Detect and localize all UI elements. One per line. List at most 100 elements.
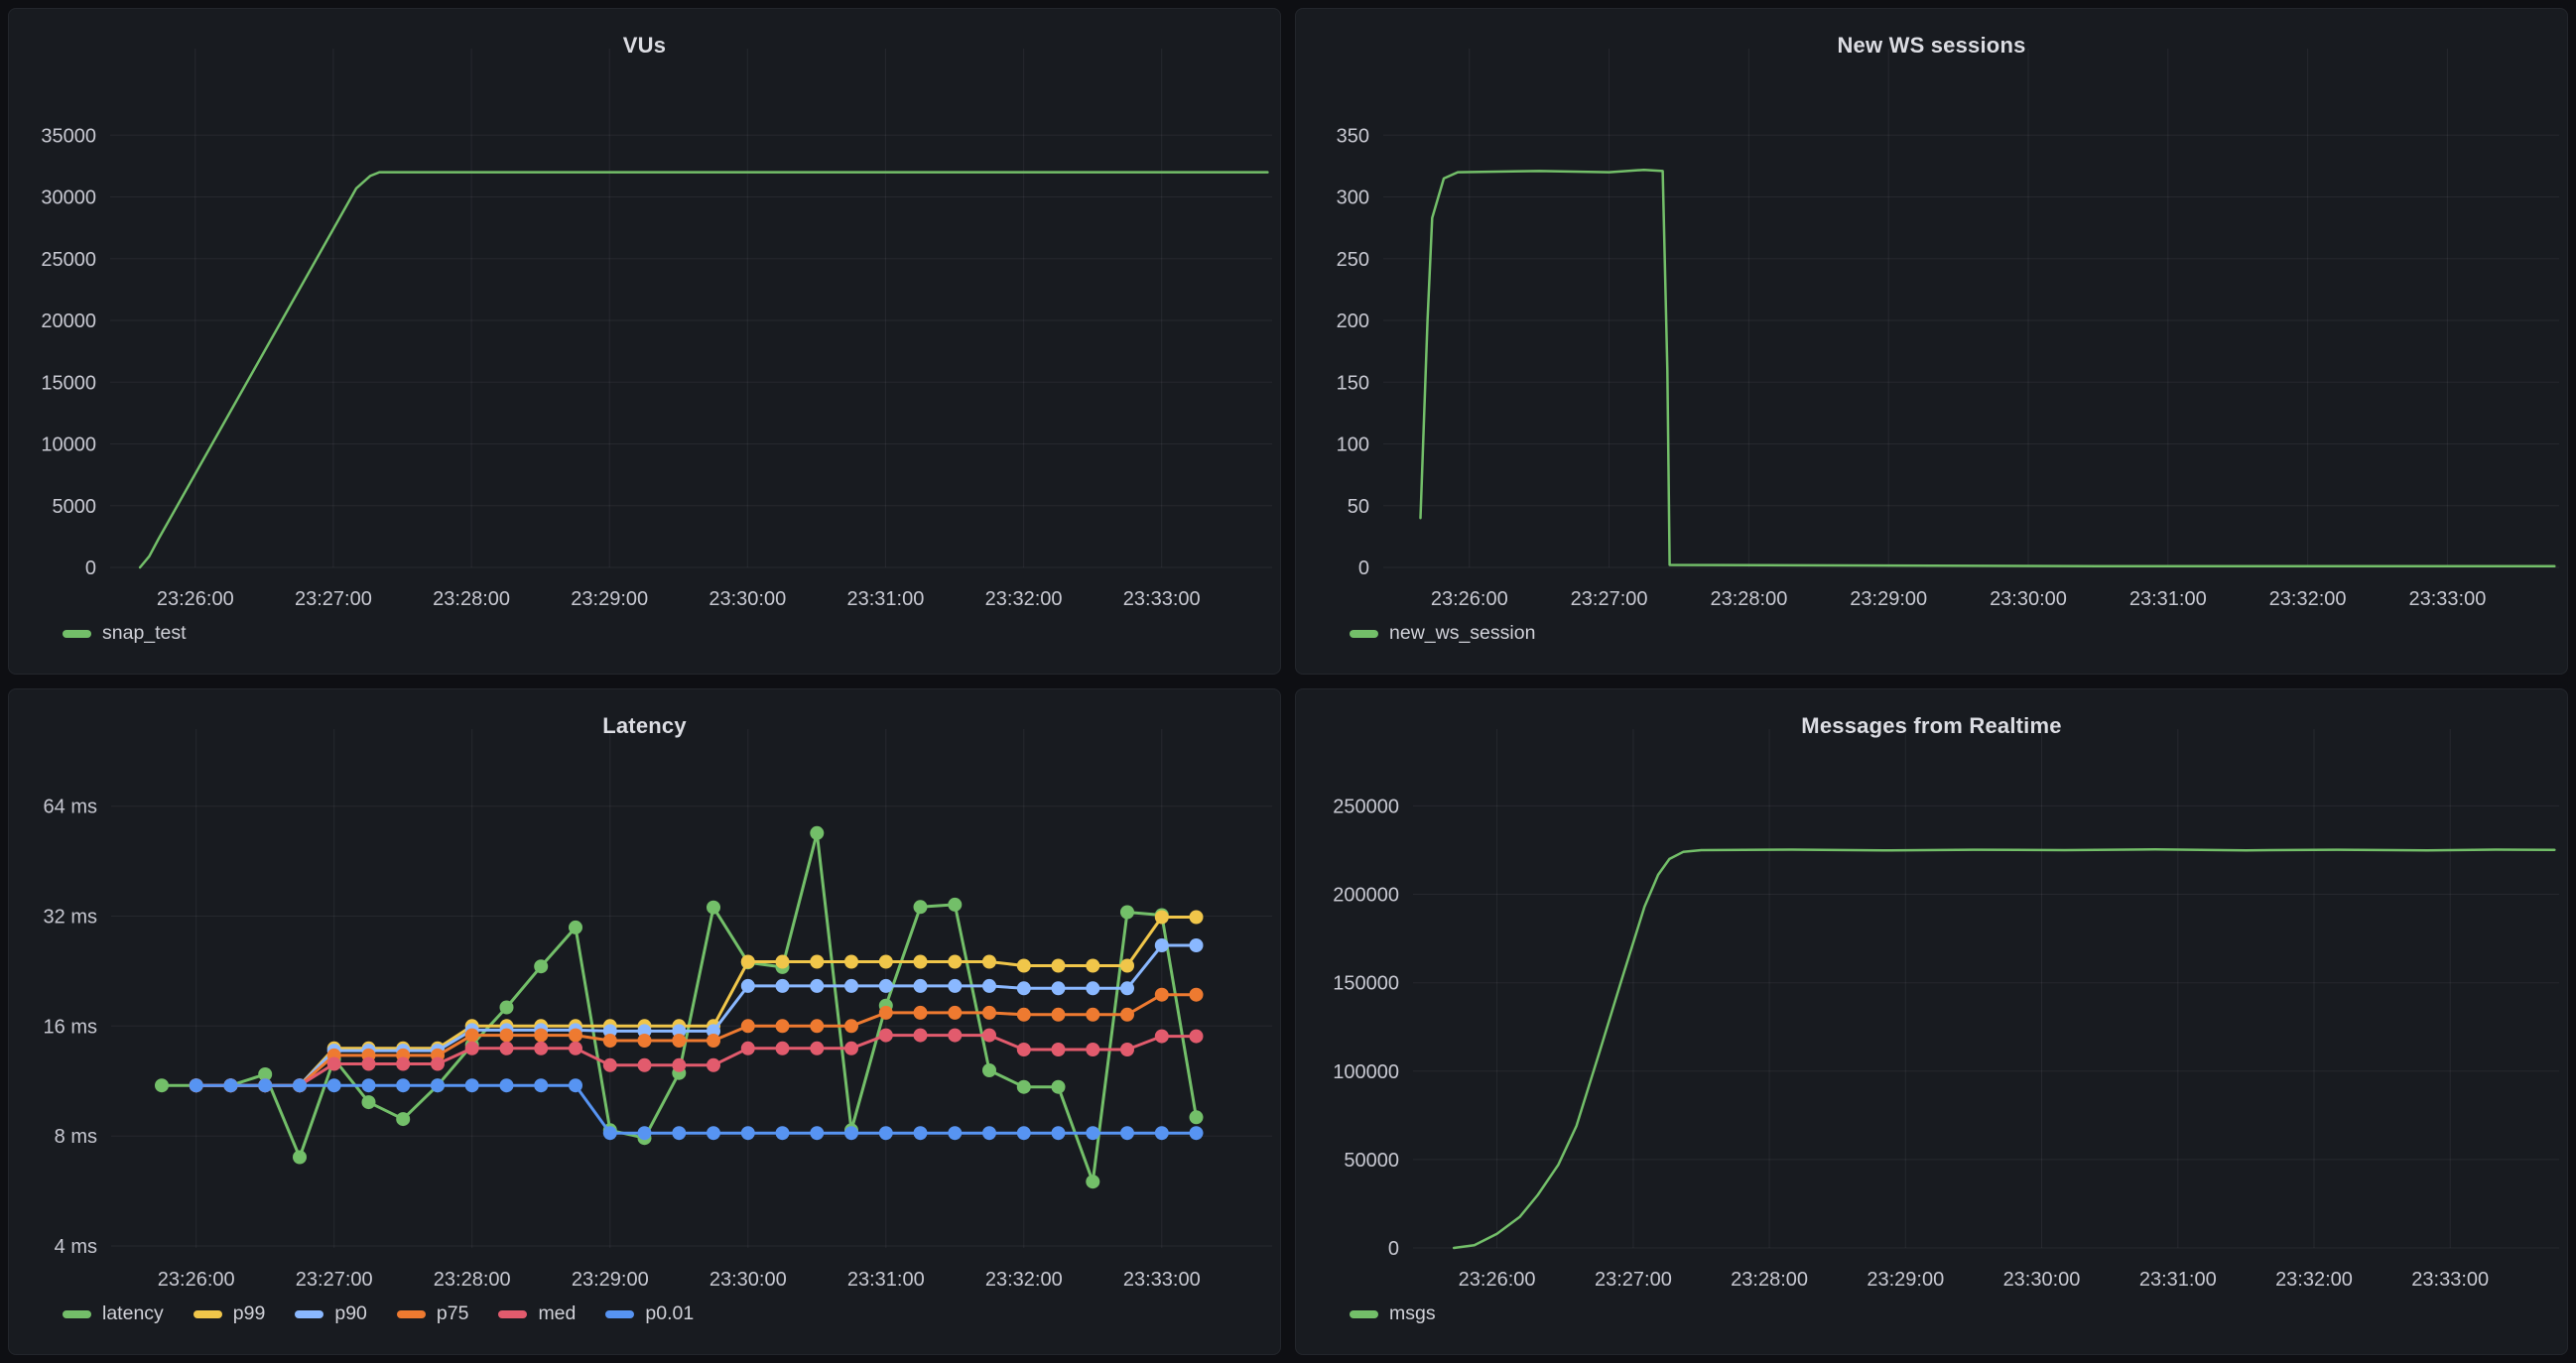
legend-item-p99[interactable]: p99: [193, 1304, 266, 1324]
legend-label: msgs: [1389, 1304, 1436, 1324]
legend-latency: latency p99 p90 p75 med p0.01: [63, 1304, 694, 1324]
legend-label: snap_test: [102, 624, 187, 644]
legend-item-med[interactable]: med: [498, 1304, 576, 1324]
svg-text:150: 150: [1337, 372, 1369, 394]
svg-text:23:27:00: 23:27:00: [1595, 1269, 1672, 1291]
chart-messages[interactable]: 05000010000015000020000025000023:26:0023…: [1296, 689, 2568, 1355]
svg-text:23:33:00: 23:33:00: [2408, 588, 2486, 610]
chart-vus[interactable]: 0 5000 10000 15000 20000 25000 30000 35000 23:26…: [9, 9, 1281, 675]
svg-text:23:32:00: 23:32:00: [985, 588, 1063, 610]
legend-label: p0.01: [645, 1304, 694, 1324]
panel-title-vus[interactable]: VUs: [9, 9, 1280, 59]
legend-color-marker: [605, 1310, 634, 1318]
panel-title-new-ws-sessions[interactable]: New WS sessions: [1296, 9, 2567, 59]
dashboard: VUs 0 5000 10000 15000 20000 25000 30000 35000 2…: [0, 0, 2576, 1363]
chart-latency[interactable]: 4 ms8 ms16 ms32 ms64 ms23:26:0023:27:002…: [9, 689, 1281, 1355]
grid-lines: [1383, 49, 2559, 567]
y-axis-labels: 0 5000 10000 15000 20000 25000 30000 35000: [41, 125, 96, 579]
legend-color-marker: [63, 1310, 91, 1318]
svg-text:23:30:00: 23:30:00: [708, 588, 786, 610]
legend-color-marker: [498, 1310, 527, 1318]
legend-item-p75[interactable]: p75: [397, 1304, 469, 1324]
svg-text:23:27:00: 23:27:00: [295, 588, 372, 610]
legend-item-msgs[interactable]: msgs: [1350, 1304, 1436, 1324]
x-axis-labels: 23:26:0023:27:0023:28:0023:29:0023:30:00…: [158, 1269, 1201, 1291]
svg-text:16 ms: 16 ms: [44, 1016, 97, 1038]
svg-text:0: 0: [1358, 558, 1369, 579]
chart-new-ws-sessions[interactable]: 05010015020025030035023:26:0023:27:0023:…: [1296, 9, 2568, 675]
legend-item-new_ws_session[interactable]: new_ws_session: [1350, 624, 1535, 644]
x-axis-labels: 23:26:00 23:27:00 23:28:00 23:29:00 23:30:00…: [1431, 588, 2486, 610]
grid-lines: [1413, 729, 2559, 1248]
svg-text:350: 350: [1337, 125, 1369, 147]
legend-label: med: [538, 1304, 576, 1324]
legend-item-p0.01[interactable]: p0.01: [605, 1304, 694, 1324]
legend-color-marker: [397, 1310, 426, 1318]
svg-text:23:29:00: 23:29:00: [572, 1269, 649, 1291]
svg-text:20000: 20000: [41, 310, 96, 332]
svg-text:0: 0: [85, 558, 96, 579]
svg-text:300: 300: [1337, 187, 1369, 209]
panel-new-ws-sessions: New WS sessions 0 50 100 150 200 250 300 350 23:…: [1295, 8, 2568, 675]
svg-text:50000: 50000: [1344, 1150, 1399, 1172]
svg-text:64 ms: 64 ms: [44, 797, 97, 818]
svg-text:23:31:00: 23:31:00: [2129, 588, 2207, 610]
svg-text:23:29:00: 23:29:00: [1850, 588, 1927, 610]
svg-text:200: 200: [1337, 310, 1369, 332]
svg-text:4 ms: 4 ms: [55, 1236, 97, 1258]
svg-text:23:26:00: 23:26:00: [1459, 1269, 1536, 1291]
series-msgs: [1454, 849, 2554, 1248]
svg-text:23:26:00: 23:26:00: [1431, 588, 1508, 610]
svg-text:5000: 5000: [53, 496, 97, 518]
legend-label: p99: [233, 1304, 266, 1324]
legend-label: latency: [102, 1304, 164, 1324]
legend-item-latency[interactable]: latency: [63, 1304, 164, 1324]
svg-text:23:26:00: 23:26:00: [158, 1269, 235, 1291]
svg-text:10000: 10000: [41, 434, 96, 456]
svg-text:23:30:00: 23:30:00: [709, 1269, 787, 1291]
legend-color-marker: [295, 1310, 323, 1318]
svg-text:23:28:00: 23:28:00: [1731, 1269, 1808, 1291]
y-axis-labels: 050000100000150000200000250000: [1333, 796, 1399, 1260]
legend-label: new_ws_session: [1389, 624, 1535, 644]
svg-text:23:27:00: 23:27:00: [296, 1269, 373, 1291]
svg-text:23:31:00: 23:31:00: [847, 1269, 925, 1291]
svg-text:30000: 30000: [41, 187, 96, 209]
legend-label: p90: [334, 1304, 367, 1324]
legend-new-ws-sessions: new_ws_session: [1350, 624, 1535, 644]
series-p75: [190, 988, 1204, 1092]
svg-text:100000: 100000: [1333, 1061, 1399, 1083]
svg-text:250: 250: [1337, 249, 1369, 271]
grid-lines: [110, 49, 1272, 567]
svg-text:23:30:00: 23:30:00: [1990, 588, 2067, 610]
y-axis-labels: 0 50 100 150 200 250 300 350: [1337, 125, 1369, 579]
legend-color-marker: [193, 1310, 222, 1318]
panel-latency: Latency 4 ms8 ms16 ms32 ms64 ms23:26:002…: [8, 688, 1281, 1355]
legend-messages: msgs: [1350, 1304, 1436, 1324]
svg-text:23:29:00: 23:29:00: [571, 588, 648, 610]
svg-text:23:27:00: 23:27:00: [1571, 588, 1648, 610]
panel-title-latency[interactable]: Latency: [9, 689, 1280, 739]
x-axis-labels: 23:26:0023:27:0023:28:0023:29:0023:30:00…: [1459, 1269, 2489, 1291]
svg-text:32 ms: 32 ms: [44, 907, 97, 929]
series-new_ws_session: [1421, 170, 2555, 566]
legend-label: p75: [437, 1304, 469, 1324]
svg-text:23:28:00: 23:28:00: [433, 588, 510, 610]
svg-text:23:29:00: 23:29:00: [1867, 1269, 1944, 1291]
legend-item-snap_test[interactable]: snap_test: [63, 624, 187, 644]
svg-text:150000: 150000: [1333, 973, 1399, 995]
legend-color-marker: [1350, 630, 1378, 638]
svg-text:200000: 200000: [1333, 885, 1399, 907]
svg-text:23:26:00: 23:26:00: [157, 588, 234, 610]
svg-text:15000: 15000: [41, 372, 96, 394]
svg-text:100: 100: [1337, 434, 1369, 456]
svg-text:23:32:00: 23:32:00: [2275, 1269, 2353, 1291]
svg-text:23:28:00: 23:28:00: [1710, 588, 1787, 610]
svg-text:35000: 35000: [41, 125, 96, 147]
panel-title-messages[interactable]: Messages from Realtime: [1296, 689, 2567, 739]
svg-text:50: 50: [1348, 496, 1369, 518]
svg-text:23:31:00: 23:31:00: [2139, 1269, 2217, 1291]
legend-item-p90[interactable]: p90: [295, 1304, 367, 1324]
series-med: [190, 1029, 1204, 1093]
svg-text:25000: 25000: [41, 249, 96, 271]
